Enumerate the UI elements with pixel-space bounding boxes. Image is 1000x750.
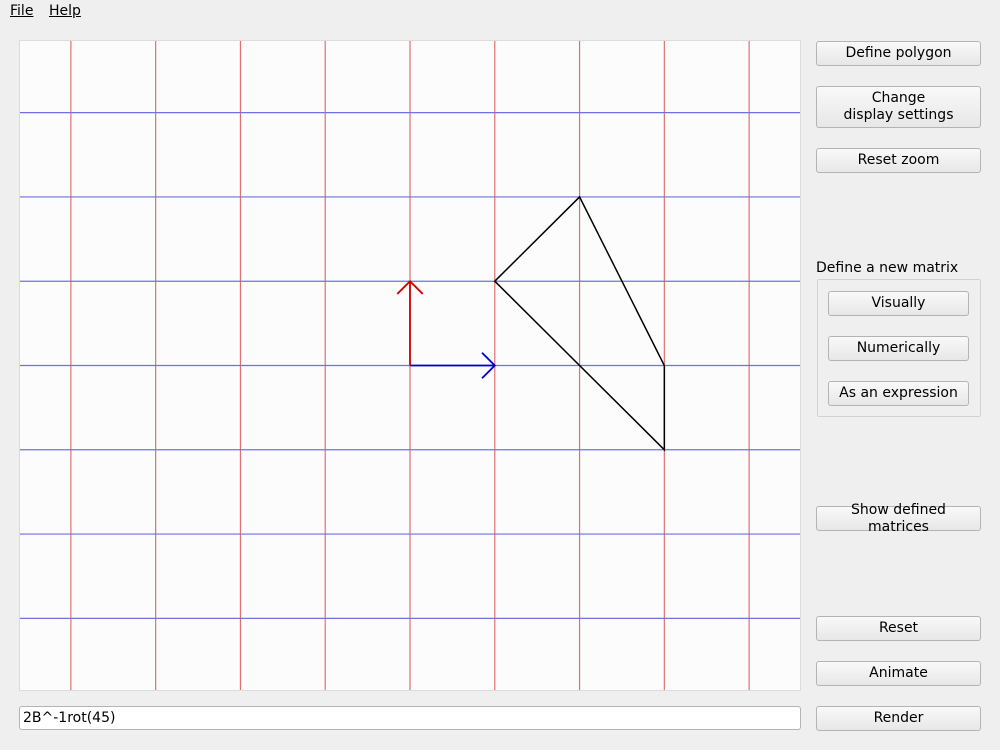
plot-canvas[interactable] [19,40,801,691]
render-button[interactable]: Render [816,706,981,731]
menu-file[interactable]: File [10,3,33,20]
change-display-settings-button[interactable]: Change display settings [816,86,981,128]
define-expression-button[interactable]: As an expression [828,381,969,406]
define-visually-button[interactable]: Visually [828,291,969,316]
basis-vectors [396,279,497,379]
plot-svg[interactable] [20,41,800,690]
expression-input[interactable] [19,706,801,730]
show-defined-matrices-button[interactable]: Show defined matrices [816,502,981,535]
define-polygon-button[interactable]: Define polygon [816,41,981,66]
menu-file-label: File [10,3,34,19]
reset-zoom-button[interactable]: Reset zoom [816,148,981,173]
menu-help[interactable]: Help [49,3,81,20]
animate-button[interactable]: Animate [816,661,981,686]
define-numerically-button[interactable]: Numerically [828,336,969,361]
menu-bar: File Help [0,0,1000,24]
menu-help-label: Help [49,3,81,19]
reset-button[interactable]: Reset [816,616,981,641]
define-matrix-title: Define a new matrix [816,260,959,276]
